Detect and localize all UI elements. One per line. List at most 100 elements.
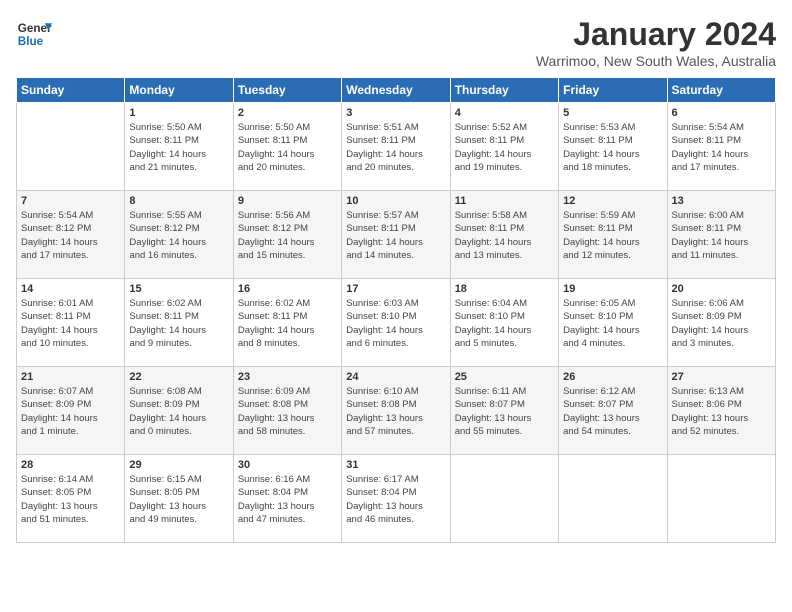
day-number: 3 — [346, 107, 445, 119]
day-info: Sunrise: 6:12 AM Sunset: 8:07 PM Dayligh… — [563, 385, 662, 438]
day-number: 28 — [21, 459, 120, 471]
day-info: Sunrise: 6:09 AM Sunset: 8:08 PM Dayligh… — [238, 385, 337, 438]
day-info: Sunrise: 6:06 AM Sunset: 8:09 PM Dayligh… — [672, 297, 771, 350]
day-info: Sunrise: 5:59 AM Sunset: 8:11 PM Dayligh… — [563, 209, 662, 262]
calendar-subtitle: Warrimoo, New South Wales, Australia — [536, 53, 776, 69]
calendar-cell: 2Sunrise: 5:50 AM Sunset: 8:11 PM Daylig… — [233, 103, 341, 191]
day-number: 18 — [455, 283, 554, 295]
day-info: Sunrise: 6:03 AM Sunset: 8:10 PM Dayligh… — [346, 297, 445, 350]
day-info: Sunrise: 6:02 AM Sunset: 8:11 PM Dayligh… — [129, 297, 228, 350]
calendar-cell: 6 Sunrise: 5:54 AM Sunset: 8:11 PM Daylig… — [667, 103, 775, 191]
calendar-cell: 29 Sunrise: 6:15 AM Sunset: 8:05 PM Dayli… — [125, 455, 233, 543]
header-wednesday: Wednesday — [342, 78, 450, 103]
calendar-cell: 13 Sunrise: 6:00 AM Sunset: 8:11 PM Dayli… — [667, 191, 775, 279]
calendar-cell: 14Sunrise: 6:01 AM Sunset: 8:11 PM Dayli… — [17, 279, 125, 367]
day-info: Sunrise: 6:17 AM Sunset: 8:04 PM Dayligh… — [346, 473, 445, 526]
header-saturday: Saturday — [667, 78, 775, 103]
day-number: 21 — [21, 371, 120, 383]
title-block: January 2024 Warrimoo, New South Wales, … — [536, 16, 776, 69]
day-info: Sunrise: 5:54 AM Sunset: 8:11 PM Dayligh… — [672, 121, 771, 174]
calendar-header-row: SundayMondayTuesdayWednesdayThursdayFrid… — [17, 78, 776, 103]
day-info: Sunrise: 6:00 AM Sunset: 8:11 PM Dayligh… — [672, 209, 771, 262]
day-number: 13 — [672, 195, 771, 207]
day-number: 26 — [563, 371, 662, 383]
calendar-cell: 17 Sunrise: 6:03 AM Sunset: 8:10 PM Dayli… — [342, 279, 450, 367]
svg-text:Blue: Blue — [18, 35, 44, 48]
calendar-cell: 10 Sunrise: 5:57 AM Sunset: 8:11 PM Dayli… — [342, 191, 450, 279]
calendar-cell: 8 Sunrise: 5:55 AM Sunset: 8:12 PM Daylig… — [125, 191, 233, 279]
day-number: 9 — [238, 195, 337, 207]
day-info: Sunrise: 6:13 AM Sunset: 8:06 PM Dayligh… — [672, 385, 771, 438]
header-tuesday: Tuesday — [233, 78, 341, 103]
day-number: 7 — [21, 195, 120, 207]
day-number: 20 — [672, 283, 771, 295]
day-info: Sunrise: 5:54 AM Sunset: 8:12 PM Dayligh… — [21, 209, 120, 262]
day-number: 10 — [346, 195, 445, 207]
calendar-cell: 25 Sunrise: 6:11 AM Sunset: 8:07 PM Dayli… — [450, 367, 558, 455]
header-monday: Monday — [125, 78, 233, 103]
calendar-cell: 24Sunrise: 6:10 AM Sunset: 8:08 PM Dayli… — [342, 367, 450, 455]
day-number: 1 — [129, 107, 228, 119]
day-info: Sunrise: 5:50 AM Sunset: 8:11 PM Dayligh… — [129, 121, 228, 174]
calendar-cell — [450, 455, 558, 543]
day-info: Sunrise: 6:14 AM Sunset: 8:05 PM Dayligh… — [21, 473, 120, 526]
calendar-cell: 7 Sunrise: 5:54 AM Sunset: 8:12 PM Daylig… — [17, 191, 125, 279]
day-number: 27 — [672, 371, 771, 383]
day-number: 23 — [238, 371, 337, 383]
calendar-cell: 3Sunrise: 5:51 AM Sunset: 8:11 PM Daylig… — [342, 103, 450, 191]
day-info: Sunrise: 5:56 AM Sunset: 8:12 PM Dayligh… — [238, 209, 337, 262]
day-number: 25 — [455, 371, 554, 383]
header-friday: Friday — [559, 78, 667, 103]
logo-icon: General Blue — [16, 16, 52, 52]
calendar-week-4: 21Sunrise: 6:07 AM Sunset: 8:09 PM Dayli… — [17, 367, 776, 455]
day-info: Sunrise: 6:16 AM Sunset: 8:04 PM Dayligh… — [238, 473, 337, 526]
calendar-cell: 19 Sunrise: 6:05 AM Sunset: 8:10 PM Dayli… — [559, 279, 667, 367]
day-number: 29 — [129, 459, 228, 471]
day-number: 15 — [129, 283, 228, 295]
calendar-cell: 27 Sunrise: 6:13 AM Sunset: 8:06 PM Dayli… — [667, 367, 775, 455]
calendar-cell: 15 Sunrise: 6:02 AM Sunset: 8:11 PM Dayli… — [125, 279, 233, 367]
calendar-cell: 28 Sunrise: 6:14 AM Sunset: 8:05 PM Dayli… — [17, 455, 125, 543]
page-header: General Blue January 2024 Warrimoo, New … — [16, 16, 776, 69]
calendar-cell — [667, 455, 775, 543]
day-info: Sunrise: 5:58 AM Sunset: 8:11 PM Dayligh… — [455, 209, 554, 262]
day-number: 22 — [129, 371, 228, 383]
calendar-cell: 20 Sunrise: 6:06 AM Sunset: 8:09 PM Dayli… — [667, 279, 775, 367]
day-info: Sunrise: 6:02 AM Sunset: 8:11 PM Dayligh… — [238, 297, 337, 350]
day-number: 4 — [455, 107, 554, 119]
calendar-table: SundayMondayTuesdayWednesdayThursdayFrid… — [16, 77, 776, 543]
calendar-cell: 30 Sunrise: 6:16 AM Sunset: 8:04 PM Dayli… — [233, 455, 341, 543]
day-number: 31 — [346, 459, 445, 471]
calendar-cell: 4Sunrise: 5:52 AM Sunset: 8:11 PM Daylig… — [450, 103, 558, 191]
day-number: 6 — [672, 107, 771, 119]
day-info: Sunrise: 6:11 AM Sunset: 8:07 PM Dayligh… — [455, 385, 554, 438]
header-sunday: Sunday — [17, 78, 125, 103]
day-number: 17 — [346, 283, 445, 295]
calendar-cell: 21Sunrise: 6:07 AM Sunset: 8:09 PM Dayli… — [17, 367, 125, 455]
day-info: Sunrise: 5:55 AM Sunset: 8:12 PM Dayligh… — [129, 209, 228, 262]
day-number: 2 — [238, 107, 337, 119]
day-number: 8 — [129, 195, 228, 207]
day-info: Sunrise: 6:05 AM Sunset: 8:10 PM Dayligh… — [563, 297, 662, 350]
day-info: Sunrise: 6:01 AM Sunset: 8:11 PM Dayligh… — [21, 297, 120, 350]
header-thursday: Thursday — [450, 78, 558, 103]
day-info: Sunrise: 5:57 AM Sunset: 8:11 PM Dayligh… — [346, 209, 445, 262]
day-info: Sunrise: 6:08 AM Sunset: 8:09 PM Dayligh… — [129, 385, 228, 438]
day-number: 5 — [563, 107, 662, 119]
calendar-cell: 1 Sunrise: 5:50 AM Sunset: 8:11 PM Daylig… — [125, 103, 233, 191]
calendar-cell: 31 Sunrise: 6:17 AM Sunset: 8:04 PM Dayli… — [342, 455, 450, 543]
day-number: 11 — [455, 195, 554, 207]
day-number: 19 — [563, 283, 662, 295]
calendar-cell — [559, 455, 667, 543]
day-info: Sunrise: 6:15 AM Sunset: 8:05 PM Dayligh… — [129, 473, 228, 526]
day-number: 16 — [238, 283, 337, 295]
calendar-week-1: 1 Sunrise: 5:50 AM Sunset: 8:11 PM Daylig… — [17, 103, 776, 191]
calendar-cell: 18Sunrise: 6:04 AM Sunset: 8:10 PM Dayli… — [450, 279, 558, 367]
day-number: 12 — [563, 195, 662, 207]
calendar-cell: 12 Sunrise: 5:59 AM Sunset: 8:11 PM Dayli… — [559, 191, 667, 279]
day-number: 24 — [346, 371, 445, 383]
day-info: Sunrise: 5:53 AM Sunset: 8:11 PM Dayligh… — [563, 121, 662, 174]
calendar-cell: 11 Sunrise: 5:58 AM Sunset: 8:11 PM Dayli… — [450, 191, 558, 279]
day-number: 30 — [238, 459, 337, 471]
calendar-cell: 26 Sunrise: 6:12 AM Sunset: 8:07 PM Dayli… — [559, 367, 667, 455]
